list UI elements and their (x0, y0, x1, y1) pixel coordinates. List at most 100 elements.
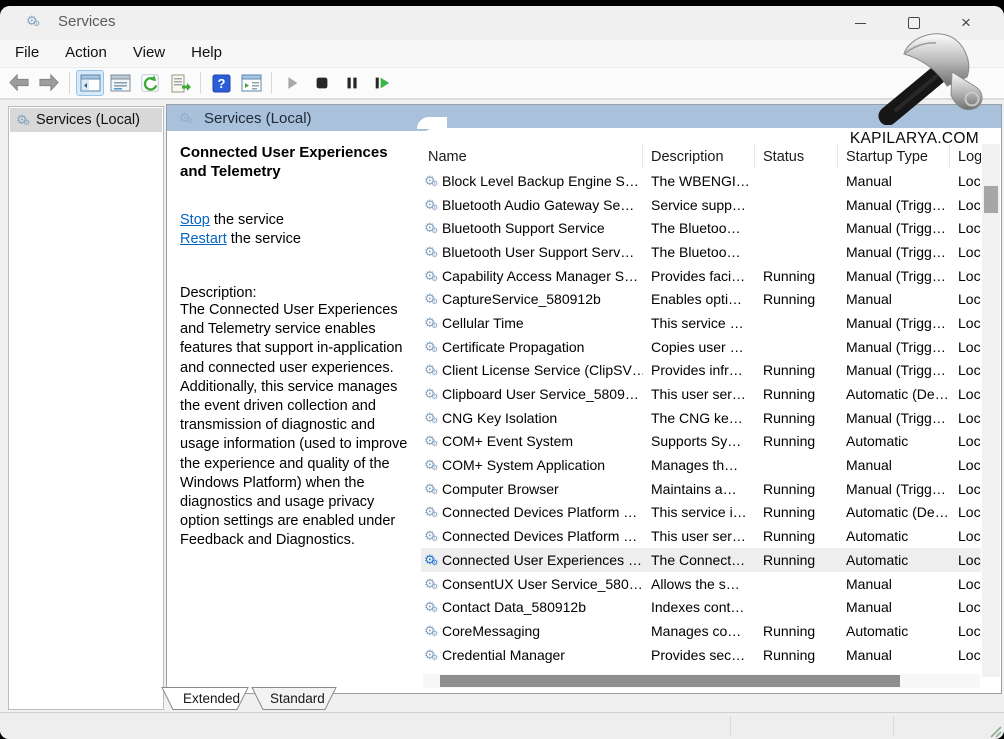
help-button[interactable]: ? (207, 70, 235, 96)
table-row[interactable]: ⚙⚙Credential ManagerProvides sec…Running… (421, 643, 981, 667)
services-extended-view: ⚙ ⚙ Services (Local) Connected User Expe… (166, 104, 1002, 694)
properties-button[interactable] (106, 70, 134, 96)
console-tree-icon (80, 74, 101, 92)
gear-icon: ⚙ (23, 118, 30, 128)
stop-service-button[interactable] (308, 70, 336, 96)
show-console-tree-button[interactable] (76, 70, 104, 96)
service-log-on-as: Loc (950, 315, 981, 331)
service-status: Running (755, 268, 838, 284)
service-startup-type: Manual (Trigg… (838, 268, 950, 284)
service-gear-icon: ⚙⚙ (424, 339, 439, 355)
column-header-description[interactable]: Description (643, 144, 755, 169)
show-action-pane-button[interactable] (237, 70, 265, 96)
tree-item-services-local[interactable]: ⚙ ⚙ Services (Local) (10, 108, 162, 132)
restart-service-link[interactable]: Restart (180, 231, 227, 247)
stop-icon (313, 74, 331, 92)
service-gear-icon: ⚙⚙ (424, 386, 439, 402)
toolbar-separator (69, 72, 70, 94)
status-divider (730, 716, 731, 736)
horizontal-scrollbar-thumb[interactable] (440, 675, 900, 687)
forward-button[interactable] (35, 70, 63, 96)
description-label: Description: (180, 285, 408, 301)
service-status: Running (755, 504, 838, 520)
table-row[interactable]: ⚙⚙Bluetooth Audio Gateway Se…Service sup… (421, 193, 981, 217)
service-description-cell: The WBENGI… (643, 173, 755, 189)
menu-view[interactable]: View (120, 40, 178, 67)
services-app-icon: ⚙ ⚙ (26, 13, 41, 29)
export-list-button[interactable] (166, 70, 194, 96)
table-row[interactable]: ⚙⚙CoreMessagingManages co…RunningAutomat… (421, 619, 981, 643)
service-startup-type: Manual (Trigg… (838, 244, 950, 260)
table-row[interactable]: ⚙⚙Client License Service (ClipSV…Provide… (421, 359, 981, 383)
service-description-cell: Provides faci… (643, 268, 755, 284)
service-startup-type: Manual (Trigg… (838, 315, 950, 331)
service-startup-type: Manual (Trigg… (838, 481, 950, 497)
service-gear-icon: ⚙⚙ (424, 623, 439, 639)
service-status: Running (755, 481, 838, 497)
service-description-cell: Manages th… (643, 457, 755, 473)
service-status: Running (755, 410, 838, 426)
service-description-cell: Enables opti… (643, 291, 755, 307)
restart-link-suffix: the service (227, 231, 301, 247)
vertical-scrollbar[interactable] (982, 144, 1000, 677)
start-service-button[interactable] (278, 70, 306, 96)
table-row[interactable]: ⚙⚙Computer BrowserMaintains a…RunningMan… (421, 477, 981, 501)
menu-help[interactable]: Help (178, 40, 235, 67)
back-button[interactable] (5, 70, 33, 96)
tab-extended[interactable]: Extended (162, 688, 248, 710)
service-name: Cellular Time (442, 315, 524, 331)
stop-service-link[interactable]: Stop (180, 212, 210, 228)
table-row[interactable]: ⚙⚙Block Level Backup Engine S…The WBENGI… (421, 169, 981, 193)
service-description-cell: Service supp… (643, 197, 755, 213)
table-row[interactable]: ⚙⚙CaptureService_580912bEnables opti…Run… (421, 287, 981, 311)
view-tabs: Extended Standard (152, 687, 412, 712)
service-gear-icon: ⚙⚙ (424, 268, 439, 284)
services-node-icon: ⚙ ⚙ (16, 112, 31, 128)
table-row[interactable]: ⚙⚙COM+ Event SystemSupports Sy…RunningAu… (421, 430, 981, 454)
table-row[interactable]: ⚙⚙Cellular Time This service … Manual (Tri… (421, 311, 981, 335)
menu-file[interactable]: File (2, 40, 52, 67)
menu-action[interactable]: Action (52, 40, 120, 67)
table-row[interactable]: ⚙⚙Bluetooth Support ServiceThe Bluetoo…M… (421, 216, 981, 240)
restart-service-button[interactable] (368, 70, 396, 96)
column-header-name[interactable]: Name ˆ (421, 144, 643, 169)
column-header-startup-type[interactable]: Startup Type (838, 144, 950, 169)
refresh-icon (140, 73, 160, 93)
table-row[interactable]: ⚙⚙COM+ System ApplicationManages th…Manu… (421, 453, 981, 477)
table-row[interactable]: ⚙⚙Clipboard User Service_5809…This user … (421, 382, 981, 406)
refresh-button[interactable] (136, 70, 164, 96)
service-gear-icon: ⚙⚙ (424, 315, 439, 331)
table-row[interactable]: ⚙⚙Connected User Experiences …The Connec… (421, 548, 981, 572)
table-row[interactable]: ⚙⚙Connected Devices Platform …This servi… (421, 501, 981, 525)
column-header-status[interactable]: Status (755, 144, 838, 169)
table-row[interactable]: ⚙⚙Certificate PropagationCopies user …Ma… (421, 335, 981, 359)
service-rows: ⚙⚙Block Level Backup Engine S…The WBENGI… (421, 169, 981, 666)
column-header-log-on-as[interactable]: Log (950, 144, 981, 169)
horizontal-scrollbar[interactable] (423, 674, 980, 688)
service-name: ConsentUX User Service_580… (442, 576, 643, 592)
tab-standard[interactable]: Standard (252, 688, 336, 710)
service-description-cell: This user ser… (643, 386, 755, 402)
service-description-cell: Allows the s… (643, 576, 755, 592)
pause-service-button[interactable] (338, 70, 366, 96)
service-name: Credential Manager (442, 647, 565, 663)
table-row[interactable]: ⚙⚙ConsentUX User Service_580…Allows the … (421, 572, 981, 596)
resize-grip[interactable] (989, 725, 1002, 738)
table-row[interactable]: ⚙⚙CNG Key IsolationThe CNG ke…RunningMan… (421, 406, 981, 430)
export-list-icon (170, 74, 191, 93)
service-detail-panel: Connected User Experiences and Telemetry… (167, 131, 420, 693)
table-row[interactable]: ⚙⚙Connected Devices Platform …This user … (421, 524, 981, 548)
service-gear-icon: ⚙⚙ (424, 552, 439, 568)
console-tree-pane: ⚙ ⚙ Services (Local) (8, 106, 164, 710)
service-description-cell: This service … (643, 315, 755, 331)
status-divider (893, 716, 894, 736)
table-row[interactable]: ⚙⚙Capability Access Manager S…Provides f… (421, 264, 981, 288)
table-row[interactable]: ⚙⚙Contact Data_580912bIndexes cont…Manua… (421, 595, 981, 619)
properties-icon (110, 74, 131, 92)
service-startup-type: Automatic (838, 433, 950, 449)
table-row[interactable]: ⚙⚙Bluetooth User Support Serv…The Blueto… (421, 240, 981, 264)
service-log-on-as: Loc (950, 291, 981, 307)
service-status: Running (755, 291, 838, 307)
service-gear-icon: ⚙⚙ (424, 457, 439, 473)
vertical-scrollbar-thumb[interactable] (984, 186, 998, 213)
